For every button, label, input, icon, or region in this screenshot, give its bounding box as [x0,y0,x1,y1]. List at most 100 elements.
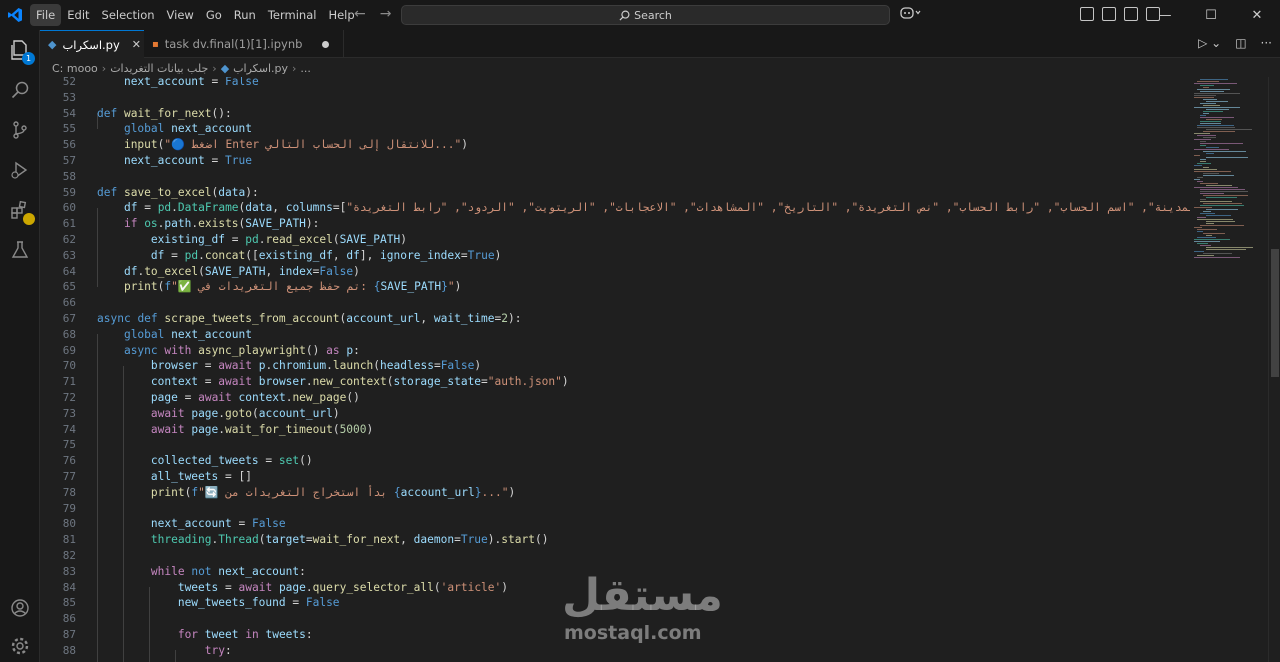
code-line[interactable]: 53 [40,90,1190,106]
close-window-icon[interactable]: ✕ [1234,0,1280,30]
code-line[interactable]: 71 context = await browser.new_context(s… [40,374,1190,390]
code-line[interactable]: 78 print(f"🔄 بدأ استخراج التغريدات من {a… [40,485,1190,501]
search-view-icon[interactable] [8,78,32,102]
accounts-icon[interactable] [8,596,32,620]
extensions-warning-badge [23,213,35,225]
code-line[interactable]: 63 df = pd.concat([existing_df, df], ign… [40,248,1190,264]
code-line[interactable]: 70 browser = await p.chromium.launch(hea… [40,358,1190,374]
code-line[interactable]: 54 def wait_for_next(): [40,106,1190,122]
code-line[interactable]: 77 all_tweets = [] [40,469,1190,485]
chevron-right-icon: › [292,61,297,75]
copilot-icon[interactable] [900,6,922,23]
menu-edit[interactable]: Edit [61,4,95,26]
code-line[interactable]: 67 async def scrape_tweets_from_account(a… [40,311,1190,327]
code-line[interactable]: 60 df = pd.DataFrame(data, columns=["اسم… [40,200,1190,216]
breadcrumb-folder[interactable]: جلب بيانات التغريدات [110,62,208,75]
minimap-line [1194,133,1210,134]
code-line[interactable]: 57 next_account = True [40,153,1190,169]
breadcrumb-drive[interactable]: C: mooo [52,62,98,75]
code-line[interactable]: 66 [40,295,1190,311]
testing-flask-icon[interactable] [8,238,32,262]
split-editor-icon[interactable]: ◫ [1235,36,1246,50]
code-line[interactable]: 65 print(f"✅ تم حفظ جميع التغريدات في: {… [40,279,1190,295]
extensions-icon[interactable] [8,198,35,225]
menu-selection[interactable]: Selection [96,4,161,26]
minimap[interactable] [1190,77,1268,662]
code-line[interactable]: 69 async with async_playwright() as p: [40,343,1190,359]
line-number: 55 [62,122,76,136]
line-number: 79 [62,501,76,515]
maximize-icon[interactable]: ☐ [1188,0,1234,30]
minimap-line [1197,231,1203,232]
minimap-line [1200,103,1216,104]
code-line[interactable]: 82 [40,548,1190,564]
unsaved-dot-icon[interactable] [322,40,330,48]
code-line[interactable]: 56 input("🔵 اضغط Enter للانتقال إلى الحس… [40,137,1190,153]
minimap-line [1197,229,1217,230]
minimap-line [1197,89,1230,90]
line-number: 64 [62,264,76,278]
toggle-panel-icon[interactable] [1124,7,1138,21]
navigation-arrows: ← → [354,6,391,22]
chevron-right-icon: › [212,61,217,75]
code-line[interactable]: 75 [40,437,1190,453]
source-control-icon[interactable] [8,118,32,142]
close-tab-icon[interactable]: ✕ [132,38,141,51]
customize-layout-icon[interactable] [1080,7,1094,21]
line-number: 53 [62,90,76,104]
code-line[interactable]: 76 collected_tweets = set() [40,453,1190,469]
toggle-primary-sidebar-icon[interactable] [1102,7,1116,21]
line-code: tweets = await page.query_selector_all('… [177,580,509,594]
minimap-line [1200,91,1224,92]
command-center-search[interactable]: Search [401,5,890,25]
breadcrumb-symbol[interactable]: ... [300,62,311,75]
line-code: collected_tweets = set() [150,454,313,468]
minimap-line [1194,139,1211,140]
run-debug-icon[interactable] [8,158,32,182]
code-line[interactable]: 59 def save_to_excel(data): [40,185,1190,201]
menu-go[interactable]: Go [200,4,228,26]
minimap-line [1194,241,1220,242]
code-line[interactable]: 68 global next_account [40,327,1190,343]
forward-arrow-icon[interactable]: → [380,6,392,22]
scrollbar-thumb[interactable] [1271,249,1279,377]
line-code: threading.Thread(target=wait_for_next, d… [150,533,549,547]
menu-terminal[interactable]: Terminal [262,4,323,26]
code-line[interactable]: 80 next_account = False [40,516,1190,532]
code-line[interactable]: 81 threading.Thread(target=wait_for_next… [40,532,1190,548]
tab-task-notebook[interactable]: ▪ task dv.final(1)[1].ipynb [144,30,344,58]
minimap-line [1200,143,1243,144]
more-actions-icon[interactable]: ··· [1261,36,1272,50]
minimap-line [1197,127,1235,128]
line-number: 88 [62,643,76,657]
line-number: 63 [62,248,76,262]
minimap-line [1206,197,1237,198]
vertical-scrollbar[interactable] [1268,77,1280,662]
minimap-line [1197,163,1211,164]
code-line[interactable]: 52 next_account = False [40,77,1190,90]
tab-scraper-py[interactable]: ◆ اسكراب.py ✕ [40,30,144,58]
explorer-icon[interactable]: 1 [8,38,35,65]
code-line[interactable]: 64 df.to_excel(SAVE_PATH, index=False) [40,264,1190,280]
minimap-line [1200,189,1245,190]
notebook-file-icon: ▪ [152,38,159,50]
minimap-line [1194,95,1216,96]
run-file-icon[interactable]: ▷ ⌄ [1198,36,1221,50]
minimize-icon[interactable]: — [1142,0,1188,30]
code-line[interactable]: 74 await page.wait_for_timeout(5000) [40,422,1190,438]
back-arrow-icon[interactable]: ← [354,6,366,22]
code-line[interactable]: 55 global next_account [40,121,1190,137]
menu-view[interactable]: View [161,4,200,26]
menu-file[interactable]: File [30,4,62,26]
line-number: 71 [62,375,76,389]
code-line[interactable]: 73 await page.goto(account_url) [40,406,1190,422]
line-code: page = await context.new_page() [150,391,360,404]
code-line[interactable]: 72 page = await context.new_page() [40,390,1190,406]
menu-run[interactable]: Run [228,4,262,26]
breadcrumb-file[interactable]: اسكراب.py [233,62,288,75]
code-line[interactable]: 58 [40,169,1190,185]
code-line[interactable]: 79 [40,501,1190,517]
settings-gear-icon[interactable] [8,634,32,658]
code-line[interactable]: 62 existing_df = pd.read_excel(SAVE_PATH… [40,232,1190,248]
code-line[interactable]: 61 if os.path.exists(SAVE_PATH): [40,216,1190,232]
